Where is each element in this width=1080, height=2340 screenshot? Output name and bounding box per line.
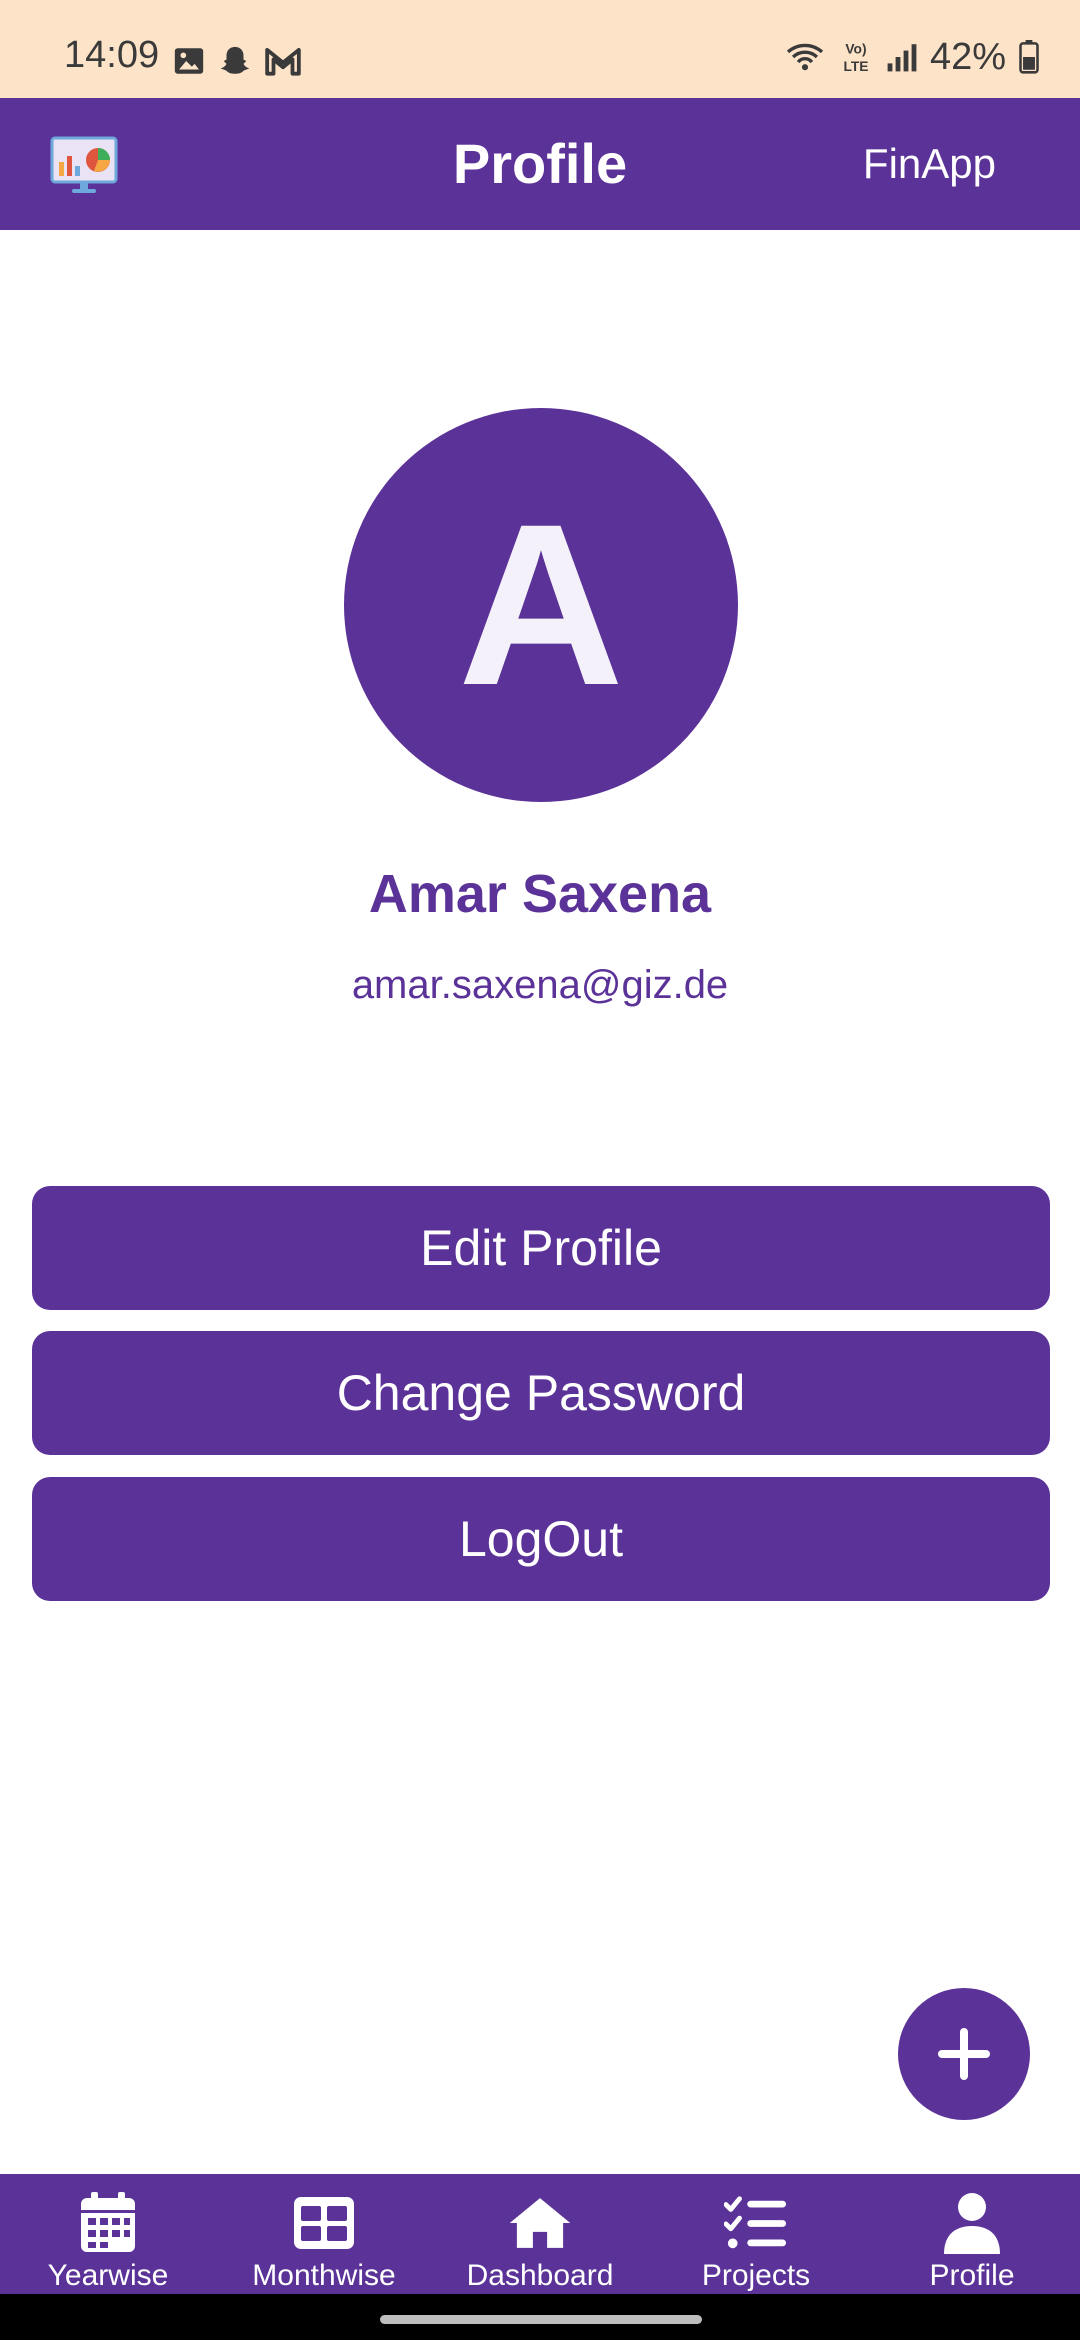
- nav-label-yearwise: Yearwise: [47, 2259, 169, 2292]
- app-name: FinApp: [862, 140, 996, 187]
- nav-item-profile[interactable]: Profile: [864, 2174, 1080, 2294]
- status-time: 14:09: [64, 34, 160, 76]
- nav-item-dashboard[interactable]: Dashboard: [432, 2174, 648, 2294]
- nav-item-projects[interactable]: Projects: [648, 2174, 864, 2294]
- notification-icons: [172, 44, 302, 78]
- edit-profile-button[interactable]: Edit Profile: [32, 1186, 1050, 1310]
- battery-percent: 42%: [929, 36, 1006, 78]
- nav-label-monthwise: Monthwise: [252, 2259, 396, 2292]
- battery-icon: [1019, 40, 1039, 74]
- logout-button[interactable]: LogOut: [32, 1477, 1050, 1601]
- change-password-button[interactable]: Change Password: [32, 1331, 1050, 1455]
- signal-icon: [887, 44, 917, 72]
- svg-text:Vo): Vo): [845, 41, 866, 57]
- user-icon: [940, 2192, 1004, 2254]
- avatar: A: [344, 408, 738, 802]
- home-icon: [508, 2192, 572, 2254]
- add-fab-button[interactable]: [898, 1988, 1030, 2120]
- nav-label-dashboard: Dashboard: [466, 2259, 614, 2292]
- status-bar: 14:09 Vo) LTE 42%: [0, 0, 1080, 98]
- bottom-nav: Yearwise Monthwise Dashboard Projects Pr…: [0, 2174, 1080, 2294]
- svg-text:LTE: LTE: [843, 58, 868, 74]
- table-icon: [292, 2192, 356, 2254]
- plus-icon: [938, 2028, 990, 2080]
- system-status: Vo) LTE 42%: [784, 38, 1040, 76]
- user-name: Amar Saxena: [368, 864, 712, 924]
- gmail-icon: [265, 48, 301, 76]
- nav-label-projects: Projects: [701, 2259, 811, 2292]
- calendar-icon: [76, 2192, 140, 2254]
- volte-icon: Vo)LTE: [843, 41, 868, 74]
- home-gesture-handle[interactable]: [380, 2315, 702, 2324]
- nav-item-monthwise[interactable]: Monthwise: [216, 2174, 432, 2294]
- gallery-icon: [174, 48, 204, 74]
- wifi-icon: [786, 43, 824, 71]
- nav-item-yearwise[interactable]: Yearwise: [0, 2174, 216, 2294]
- snapchat-icon: [220, 46, 250, 74]
- user-email: amar.saxena@giz.de: [351, 963, 729, 1007]
- nav-label-profile: Profile: [929, 2259, 1015, 2292]
- checklist-icon: [724, 2192, 788, 2254]
